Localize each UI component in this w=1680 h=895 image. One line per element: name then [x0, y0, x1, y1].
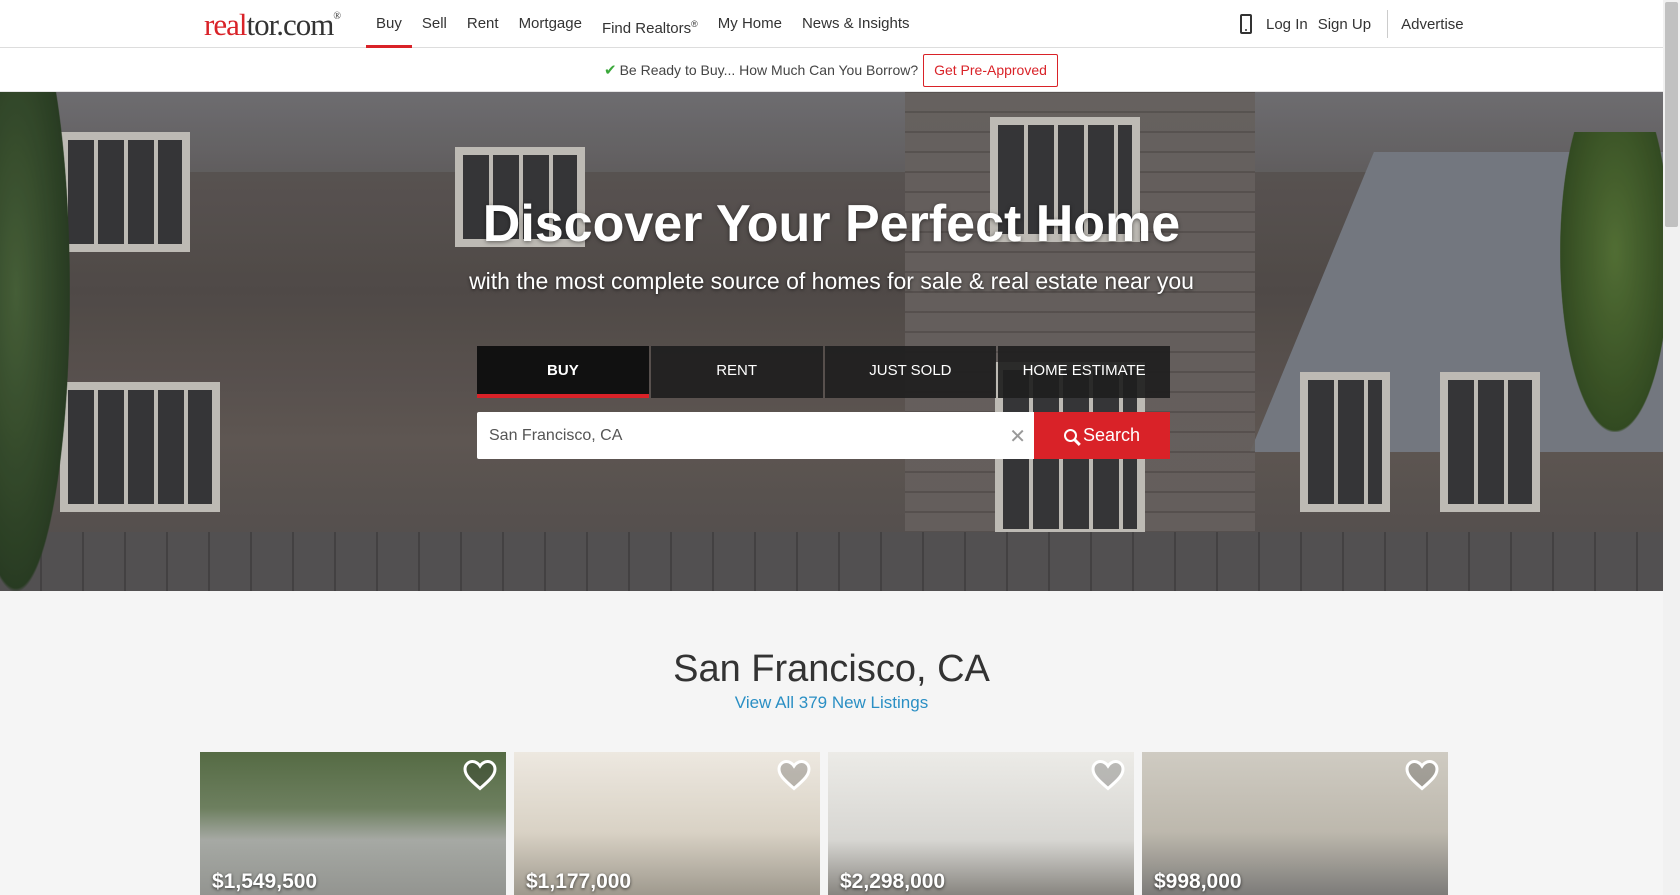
nav-sell[interactable]: Sell	[412, 0, 457, 48]
heart-icon[interactable]	[776, 758, 812, 792]
main-nav: Buy Sell Rent Mortgage Find Realtors® My…	[366, 0, 920, 48]
nav-find-realtors-label: Find Realtors	[601, 20, 692, 37]
signup-link[interactable]: Sign Up	[1318, 16, 1371, 33]
heart-icon[interactable]	[1090, 758, 1126, 792]
logo-rest: tor.com	[246, 7, 334, 42]
listings-city-heading: San Francisco, CA	[673, 648, 990, 690]
hero-overlay	[0, 92, 1663, 591]
search-tabs: BUY RENT JUST SOLD HOME ESTIMATE	[477, 346, 1170, 398]
nav-mortgage[interactable]: Mortgage	[509, 0, 592, 48]
logo-real: real	[204, 7, 247, 42]
listing-price: $1,177,000	[526, 870, 632, 893]
listing-card[interactable]: $2,298,000	[828, 752, 1134, 895]
search-button-label: Search	[1082, 425, 1141, 445]
view-all-listings-link[interactable]: View All 379 New Listings	[0, 693, 1663, 713]
search-box: ✕	[477, 412, 1034, 459]
nav-find-realtors[interactable]: Find Realtors®	[592, 0, 708, 48]
top-navigation: realtor.com® Buy Sell Rent Mortgage Find…	[0, 0, 1663, 48]
registered-mark: ®	[691, 19, 698, 29]
nav-divider	[1387, 10, 1389, 38]
tab-just-sold[interactable]: JUST SOLD	[824, 346, 997, 398]
listing-card[interactable]: $1,549,500	[200, 752, 506, 895]
get-pre-approved-button[interactable]: Get Pre-Approved	[923, 54, 1058, 87]
listing-card[interactable]: $998,000	[1142, 752, 1448, 895]
hero-title: Discover Your Perfect Home	[482, 195, 1181, 253]
account-nav: Log In Sign Up Advertise	[1240, 0, 1474, 48]
nav-rent[interactable]: Rent	[457, 0, 509, 48]
scrollbar-thumb[interactable]	[1665, 2, 1678, 227]
tab-buy[interactable]: BUY	[477, 346, 649, 398]
hero-subtitle: with the most complete source of homes f…	[469, 268, 1194, 294]
listing-price: $1,549,500	[212, 870, 318, 893]
tab-home-estimate[interactable]: HOME ESTIMATE	[998, 346, 1170, 398]
search-button[interactable]: Search	[1034, 412, 1170, 459]
location-search-input[interactable]	[477, 412, 977, 459]
logo-registered: ®	[333, 11, 341, 22]
search-icon	[1063, 429, 1077, 442]
checkmark-icon: ✔	[604, 62, 617, 79]
heart-icon[interactable]	[1404, 758, 1440, 792]
promo-message: ✔ Be Ready to Buy... How Much Can You Bor…	[604, 61, 918, 79]
nav-news-insights[interactable]: News & Insights	[792, 0, 920, 48]
listing-price: $998,000	[1154, 870, 1242, 893]
promo-bar: ✔ Be Ready to Buy... How Much Can You Bor…	[0, 48, 1663, 92]
listing-card[interactable]: $1,177,000	[514, 752, 820, 895]
clear-icon[interactable]: ✕	[1009, 424, 1026, 449]
advertise-link[interactable]: Advertise	[1401, 16, 1464, 33]
nav-buy[interactable]: Buy	[366, 0, 412, 48]
listing-cards: $1,549,500 $1,177,000 $2,298,000 $998,00…	[200, 752, 1456, 895]
realtor-logo[interactable]: realtor.com®	[204, 7, 341, 43]
hero-section: Discover Your Perfect Home with the most…	[0, 92, 1663, 591]
tab-rent[interactable]: RENT	[650, 346, 823, 398]
mobile-phone-icon[interactable]	[1240, 14, 1252, 34]
promo-text: Be Ready to Buy... How Much Can You Borr…	[619, 62, 919, 78]
listing-price: $2,298,000	[840, 870, 946, 893]
nav-my-home[interactable]: My Home	[708, 0, 792, 48]
login-link[interactable]: Log In	[1266, 16, 1308, 33]
heart-icon[interactable]	[462, 758, 498, 792]
vertical-scrollbar[interactable]	[1663, 0, 1680, 895]
